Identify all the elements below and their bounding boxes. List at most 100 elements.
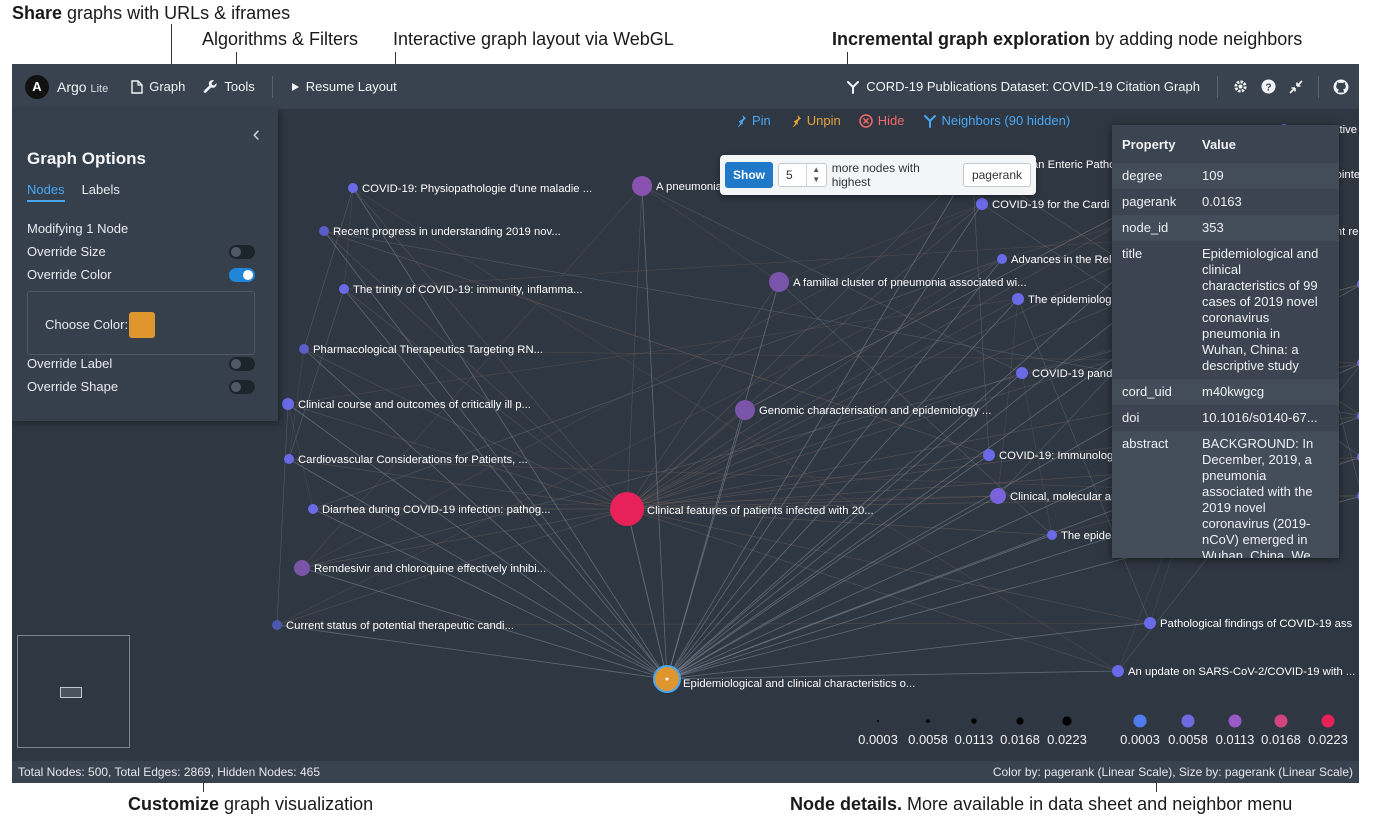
graph-node[interactable] [983, 449, 995, 461]
tab-nodes[interactable]: Nodes [27, 182, 65, 202]
graph-node[interactable] [294, 560, 310, 576]
graph-node[interactable] [1357, 358, 1359, 368]
color-legend-dot[interactable] [1321, 714, 1335, 728]
color-legend-dot[interactable] [1181, 714, 1195, 728]
graph-node[interactable] [1144, 617, 1156, 629]
property-row: cord_uid m40kwgcg [1112, 379, 1339, 405]
modifying-count: Modifying 1 Node [27, 221, 129, 236]
top-toolbar: A Argo Lite Graph Tools Resume Layout CO… [12, 64, 1359, 109]
graph-node[interactable] [1016, 367, 1028, 379]
color-legend-dot[interactable] [1228, 714, 1242, 728]
github-button[interactable] [1329, 75, 1353, 99]
node-label: A pneumonia [656, 181, 723, 193]
pin-button[interactable]: Pin [734, 113, 771, 128]
graph-node[interactable] [997, 254, 1007, 264]
graph-edge [323, 230, 628, 510]
override-color-toggle[interactable] [229, 267, 255, 282]
graph-edge [641, 185, 780, 283]
size-legend-dot[interactable] [1016, 717, 1024, 725]
unpin-button[interactable]: Unpin [789, 113, 841, 128]
graph-edge [323, 230, 990, 456]
color-legend-dot[interactable] [1133, 714, 1147, 728]
override-size-toggle[interactable] [229, 244, 255, 259]
override-shape-toggle[interactable] [229, 379, 255, 394]
node-label: Diarrhea during COVID-19 infection: path… [322, 504, 551, 516]
size-legend-dot[interactable] [971, 718, 977, 724]
tools-menu-button[interactable]: Tools [194, 64, 263, 109]
hide-button[interactable]: Hide [859, 113, 905, 128]
graph-node[interactable] [272, 620, 282, 630]
neighbor-count-input[interactable]: 5 ▲ ▼ [778, 163, 827, 187]
graph-node[interactable] [308, 504, 318, 514]
wrench-icon [204, 80, 217, 93]
property-value: 109 [1202, 168, 1224, 183]
property-key: doi [1122, 410, 1140, 425]
graph-node[interactable] [1357, 279, 1359, 289]
override-size-row: Override Size [27, 244, 255, 259]
minimize-button[interactable] [1284, 75, 1308, 99]
resume-layout-button[interactable]: Resume Layout [281, 64, 406, 109]
chevron-left-icon[interactable]: ‹ [253, 121, 260, 147]
node-label: Cardiovascular Considerations for Patien… [298, 454, 528, 466]
graph-node[interactable] [299, 344, 309, 354]
graph-node[interactable] [990, 488, 1006, 504]
selected-node-center[interactable] [665, 677, 669, 681]
hub-node[interactable] [610, 492, 644, 526]
callout-incremental: Incremental graph exploration by adding … [832, 29, 1303, 49]
graph-node[interactable] [282, 398, 294, 410]
graph-menu-button[interactable]: Graph [122, 64, 194, 109]
metric-select[interactable]: pagerank [962, 163, 1031, 187]
tab-labels[interactable]: Labels [82, 182, 120, 202]
show-button[interactable]: Show [725, 162, 773, 188]
graph-edge [276, 403, 289, 626]
color-swatch[interactable] [129, 312, 155, 338]
graph-edge [778, 203, 983, 283]
override-label-toggle[interactable] [229, 356, 255, 371]
color-legend-label: 0.0113 [1216, 732, 1255, 747]
size-legend-dot[interactable] [877, 720, 879, 722]
graph-node[interactable] [769, 272, 789, 292]
graph-node[interactable] [976, 198, 988, 210]
property-row: title Epidemiological and clinical charac… [1112, 241, 1339, 379]
graph-node[interactable] [1012, 293, 1024, 305]
chevron-up-icon[interactable]: ▲ [812, 165, 820, 175]
toolbar-divider [1217, 75, 1218, 98]
minimap-viewport[interactable] [60, 687, 82, 698]
settings-button[interactable] [1228, 75, 1252, 99]
node-label: COVID-19 for the Cardi [992, 199, 1109, 211]
chevron-down-icon[interactable]: ▼ [812, 175, 820, 185]
unpin-icon [792, 114, 801, 127]
graph-node[interactable] [1112, 665, 1124, 677]
graph-node[interactable] [1357, 491, 1359, 501]
node-label: Pharmacological Therapeutics Targeting R… [313, 344, 543, 356]
size-legend-dot[interactable] [926, 719, 930, 723]
file-icon [131, 79, 143, 94]
neighbors-button[interactable]: Neighbors (90 hidden) [923, 113, 1070, 128]
selected-node-label: Epidemiological and clinical characteris… [683, 678, 915, 690]
graph-node[interactable] [1047, 530, 1057, 540]
choose-color-label: Choose Color: [45, 317, 129, 332]
color-legend-dot[interactable] [1274, 714, 1288, 728]
graph-node[interactable] [284, 454, 294, 464]
graph-node[interactable] [1357, 452, 1359, 462]
help-button[interactable]: ? [1256, 75, 1280, 99]
graph-node[interactable] [319, 226, 329, 236]
graph-edge [626, 508, 1119, 672]
property-value: 0.0163 [1202, 194, 1242, 209]
count-stepper[interactable]: ▲ ▼ [805, 164, 826, 186]
status-bar: Total Nodes: 500, Total Edges: 2869, Hid… [12, 761, 1359, 783]
graph-edge [287, 403, 668, 680]
size-legend-dot[interactable] [1062, 716, 1072, 726]
minimap[interactable] [17, 635, 130, 748]
graph-edge [641, 185, 668, 680]
size-legend-label: 0.0223 [1047, 732, 1087, 747]
graph-node[interactable] [348, 183, 358, 193]
graph-node[interactable] [339, 284, 349, 294]
property-value: BACKGROUND: In December, 2019, a pneumon… [1202, 436, 1314, 558]
graph-node[interactable] [735, 400, 755, 420]
graph-edge [666, 163, 973, 680]
graph-stats: Total Nodes: 500, Total Edges: 2869, Hid… [18, 765, 320, 779]
toolbar-divider [1318, 75, 1319, 98]
graph-node[interactable] [632, 176, 652, 196]
graph-node[interactable] [1357, 411, 1359, 421]
